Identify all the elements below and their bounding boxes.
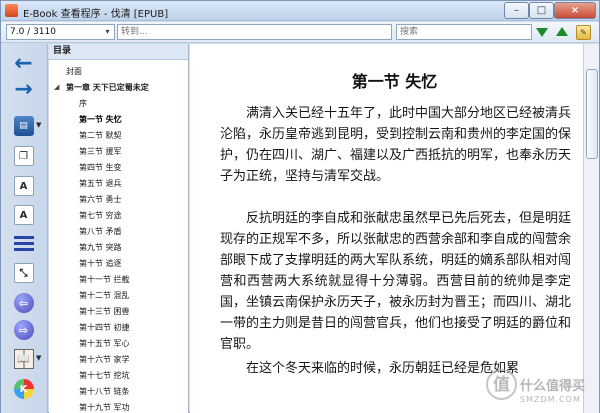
toc-item[interactable]: 第十节 追逐 bbox=[79, 256, 122, 271]
toc-item-current-section[interactable]: 第一节 失忆 bbox=[79, 112, 122, 127]
watermark-subtext: SMZDM.COM bbox=[520, 395, 581, 404]
toc-item-cover[interactable]: 封面 bbox=[66, 64, 82, 79]
chevron-down-icon: ▾ bbox=[105, 27, 110, 36]
reader-paragraph: 满清入关已经十五年了，此时中国大部分地区已经被清兵沦陷，永历皇帝逃到昆明，受到控… bbox=[220, 106, 572, 184]
search-next-icon[interactable] bbox=[536, 28, 548, 37]
toc-title: 目录 bbox=[49, 44, 188, 60]
toc-item[interactable]: 第二节 默契 bbox=[79, 128, 122, 143]
vertical-toolbar: ← → ▤ ▼ ❐ A A ⤡ ⇦ ⇨ 📖 ▼ K bbox=[1, 44, 48, 413]
toc-item[interactable]: 第十八节 链条 bbox=[79, 384, 130, 399]
back-button[interactable]: ← bbox=[9, 50, 38, 76]
print-button[interactable]: ▤ bbox=[9, 114, 38, 138]
forward-arrow-icon: → bbox=[14, 76, 33, 102]
chevron-down-icon[interactable]: ▼ bbox=[36, 354, 44, 362]
fit-page-button[interactable]: ⤡ bbox=[9, 261, 38, 285]
minimize-button[interactable]: – bbox=[504, 2, 529, 19]
previous-chapter-icon: ⇦ bbox=[13, 293, 34, 313]
watermark-text: 什么值得买 bbox=[520, 379, 586, 394]
line-spacing-icon bbox=[13, 235, 34, 253]
toc-item[interactable]: 第四节 生变 bbox=[79, 160, 122, 175]
reader-paragraph: 反抗明廷的李自成和张献忠虽然早已先后死去，但是明廷现存的正规军不多，所以张献忠的… bbox=[220, 211, 572, 352]
toc-item[interactable]: 第十一节 拦截 bbox=[79, 272, 130, 287]
toc-item-chapter-one[interactable]: 第一章 天下已定蜀未定 bbox=[66, 80, 149, 95]
next-chapter-icon: ⇨ bbox=[13, 320, 34, 340]
app-window: E-Book 查看程序 - 伐清 [EPUB] – □ × 7.0 / 3110… bbox=[0, 0, 600, 413]
chevron-down-icon[interactable]: ▼ bbox=[36, 121, 44, 129]
close-button[interactable]: × bbox=[554, 2, 596, 19]
line-spacing-button[interactable] bbox=[9, 232, 38, 256]
book-settings-icon: 📖 bbox=[13, 349, 34, 369]
reader-pane[interactable]: 第一节 失忆 满清入关已经十五年了，此时中国大部分地区已经被清兵沦陷，永历皇帝逃… bbox=[190, 44, 599, 413]
next-chapter-button[interactable]: ⇨ bbox=[9, 318, 38, 342]
font-increase-icon: A bbox=[13, 176, 34, 196]
page-position-select[interactable]: 7.0 / 3110 ▾ bbox=[6, 24, 115, 40]
page-position-value: 7.0 / 3110 bbox=[10, 27, 56, 37]
color-theme-icon: K bbox=[13, 379, 34, 399]
toc-item[interactable]: 第八节 矛盾 bbox=[79, 224, 122, 239]
scrollbar-thumb[interactable] bbox=[586, 69, 598, 159]
toc-item-preface[interactable]: 序 bbox=[79, 96, 87, 111]
table-of-contents: 目录 封面 ◢ 第一章 天下已定蜀未定 序 第一节 失忆 第二节 默契 第三节 … bbox=[49, 44, 189, 413]
toc-item[interactable]: 第十九节 军功 bbox=[79, 400, 130, 413]
watermark-logo: 值 什么值得买 SMZDM.COM bbox=[486, 369, 594, 413]
font-increase-button[interactable]: A bbox=[9, 174, 38, 198]
font-decrease-button[interactable]: A bbox=[9, 203, 38, 227]
watermark-badge-icon: 值 bbox=[486, 369, 517, 400]
toolbar: 7.0 / 3110 ▾ ✎ bbox=[1, 22, 599, 43]
toc-item[interactable]: 第十六节 家学 bbox=[79, 352, 130, 367]
title-bar[interactable]: E-Book 查看程序 - 伐清 [EPUB] – □ × bbox=[1, 1, 599, 21]
forward-button[interactable]: → bbox=[9, 76, 38, 102]
previous-chapter-button[interactable]: ⇦ bbox=[9, 291, 38, 315]
copy-icon: ❐ bbox=[13, 146, 34, 166]
back-arrow-icon: ← bbox=[14, 50, 33, 76]
toc-item[interactable]: 第十四节 初捷 bbox=[79, 320, 130, 335]
toc-item[interactable]: 第十五节 军心 bbox=[79, 336, 130, 351]
color-theme-button[interactable]: K bbox=[9, 377, 38, 401]
search-previous-icon[interactable] bbox=[556, 27, 568, 36]
collapse-icon[interactable]: ◢ bbox=[54, 83, 59, 91]
copy-button[interactable]: ❐ bbox=[9, 144, 38, 168]
window-title: E-Book 查看程序 - 伐清 [EPUB] bbox=[23, 9, 169, 20]
fit-icon: ⤡ bbox=[13, 263, 34, 283]
toc-item[interactable]: 第十二节 混乱 bbox=[79, 288, 130, 303]
toc-item[interactable]: 第七节 穷途 bbox=[79, 208, 122, 223]
toc-item[interactable]: 第九节 突路 bbox=[79, 240, 122, 255]
toc-item[interactable]: 第十三节 困兽 bbox=[79, 304, 130, 319]
vertical-scrollbar[interactable] bbox=[583, 44, 599, 413]
app-icon bbox=[5, 4, 18, 17]
toc-item[interactable]: 第六节 勇士 bbox=[79, 192, 122, 207]
chapter-title: 第一节 失忆 bbox=[351, 72, 438, 91]
toc-item[interactable]: 第三节 援军 bbox=[79, 144, 122, 159]
highlight-button[interactable]: ✎ bbox=[576, 25, 591, 40]
font-decrease-icon: A bbox=[13, 205, 34, 225]
maximize-button[interactable]: □ bbox=[529, 2, 554, 19]
toc-item[interactable]: 第五节 退兵 bbox=[79, 176, 122, 191]
print-icon: ▤ bbox=[13, 116, 34, 136]
toc-item[interactable]: 第十七节 挖坑 bbox=[79, 368, 130, 383]
search-input[interactable] bbox=[396, 24, 532, 40]
book-settings-button[interactable]: 📖 bbox=[9, 347, 38, 371]
goto-input[interactable] bbox=[117, 24, 392, 40]
